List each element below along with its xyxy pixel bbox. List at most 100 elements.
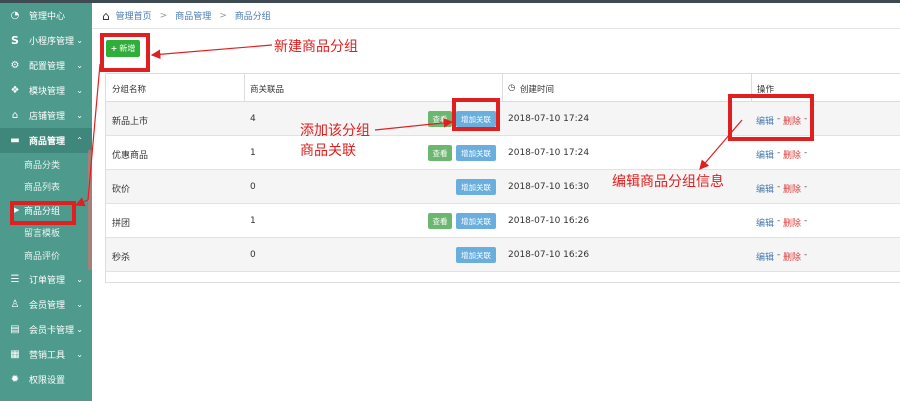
product-count: 1 (250, 148, 256, 158)
action-separator: - (804, 182, 808, 192)
sidebar-item-marketing[interactable]: ▦ 营销工具 ⌄ (0, 342, 92, 367)
table-row: 拼团 1 查看 增加关联 2018-07-10 16:26 编辑 - 删除 - (106, 204, 900, 238)
add-relation-button[interactable]: 增加关联 (456, 145, 496, 161)
table-row: 砍价 0 增加关联 2018-07-10 16:30 编辑 - 删除 - (106, 170, 900, 204)
dashboard-icon: ◔ (10, 10, 20, 21)
action-separator: - (777, 216, 781, 226)
add-relation-button[interactable]: 增加关联 (456, 213, 496, 229)
chevron-down-icon: ⌄ (76, 325, 83, 334)
highlight-add-relation (452, 98, 500, 131)
annotation-add-relation-1: 添加该分组 (300, 123, 370, 139)
edit-link[interactable]: 编辑 (756, 182, 774, 195)
chevron-down-icon: ⌄ (76, 36, 83, 45)
submenu-product-list[interactable]: 商品列表 (0, 175, 92, 197)
edit-link[interactable]: 编辑 (756, 216, 774, 229)
created-time: 2018-07-10 16:26 (508, 250, 590, 260)
sidebar-item-membercard[interactable]: ▤ 会员卡管理 ⌄ (0, 317, 92, 342)
table-row: 优惠商品 1 查看 增加关联 2018-07-10 17:24 编辑 - 删除 - (106, 136, 900, 170)
user-icon: ♙ (10, 299, 20, 310)
annotation-edit-group: 编辑商品分组信息 (612, 174, 724, 190)
created-time: 2018-07-10 16:26 (508, 216, 590, 226)
view-button[interactable]: 查看 (428, 213, 452, 229)
chevron-down-icon: ⌄ (76, 86, 83, 95)
gears-icon: ⚙ (10, 60, 20, 71)
sidebar-item-label: 商品管理 (29, 137, 66, 147)
arrow-to-new-button (150, 44, 273, 60)
delete-link[interactable]: 删除 (783, 182, 801, 195)
action-separator: - (804, 250, 808, 260)
sidebar-item-orders[interactable]: ☰ 订单管理 ⌄ (0, 267, 92, 292)
edit-link[interactable]: 编辑 (756, 250, 774, 263)
delete-link[interactable]: 删除 (783, 216, 801, 229)
submenu-product-review[interactable]: 商品评价 (0, 244, 92, 266)
chevron-down-icon: ⌄ (76, 111, 83, 120)
sidebar-item-label: 配置管理 (29, 62, 66, 72)
sidebar-item-label: 模块管理 (29, 87, 66, 97)
product-count: 0 (250, 182, 256, 192)
delete-link[interactable]: 删除 (783, 148, 801, 161)
action-separator: - (804, 216, 808, 226)
id-card-icon: ▤ (10, 324, 20, 335)
sidebar-item-modules[interactable]: ❖ 模块管理 ⌄ (0, 78, 92, 103)
group-name: 秒杀 (112, 253, 131, 263)
edit-link[interactable]: 编辑 (756, 148, 774, 161)
highlight-new-button (100, 33, 150, 72)
chevron-down-icon: ⌄ (76, 350, 83, 359)
annotation-add-relation-2: 商品关联 (300, 143, 356, 159)
highlight-actions (728, 94, 814, 141)
cubes-icon: ❖ (10, 85, 20, 96)
briefcase-icon: ▦ (10, 349, 20, 360)
sidebar-item-label: 小程序管理 (29, 37, 75, 47)
action-separator: - (777, 250, 781, 260)
cog-icon: ✹ (10, 374, 20, 385)
submenu-product-category[interactable]: 商品分类 (0, 153, 92, 175)
created-time: 2018-07-10 16:30 (508, 182, 590, 192)
created-time: 2018-07-10 17:24 (508, 114, 590, 124)
sidebar-item-members[interactable]: ♙ 会员管理 ⌄ (0, 292, 92, 317)
folder-icon: ▬ (10, 135, 20, 146)
created-time: 2018-07-10 17:24 (508, 148, 590, 158)
sidebar-item-label: 权限设置 (29, 376, 66, 386)
sidebar-item-dashboard[interactable]: ◔ 管理中心 (0, 3, 92, 28)
action-separator: - (804, 148, 808, 158)
sidebar-item-label: 管理中心 (29, 12, 66, 22)
sidebar-item-label: 会员卡管理 (29, 326, 75, 336)
sidebar-item-permissions[interactable]: ✹ 权限设置 (0, 367, 92, 392)
breadcrumb-current: 商品分组 (234, 12, 271, 22)
breadcrumb-home-link[interactable]: 管理首页 (116, 9, 152, 22)
col-header-count: 商关联品 (250, 85, 285, 95)
order-list-icon: ☰ (10, 274, 20, 285)
sidebar-item-products[interactable]: ▬ 商品管理 ⌃ (0, 128, 92, 153)
view-button[interactable]: 查看 (428, 145, 452, 161)
action-separator: - (777, 148, 781, 158)
delete-link[interactable]: 删除 (783, 250, 801, 263)
chevron-down-icon: ⌄ (76, 61, 83, 70)
breadcrumb-section-link[interactable]: 商品管理 (175, 9, 211, 22)
miniapp-s-icon: S (11, 34, 19, 47)
view-button[interactable]: 查看 (428, 111, 452, 127)
sidebar-item-store[interactable]: ⌂ 店铺管理 ⌄ (0, 103, 92, 128)
group-name: 拼团 (112, 219, 131, 229)
table-row: 秒杀 0 增加关联 2018-07-10 16:26 编辑 - 删除 - (106, 238, 900, 272)
col-header-time: 创建时间 (520, 85, 555, 95)
add-relation-button[interactable]: 增加关联 (456, 247, 496, 263)
column-divider (244, 74, 245, 102)
sidebar-item-config[interactable]: ⚙ 配置管理 ⌄ (0, 53, 92, 78)
sidebar-item-label: 订单管理 (29, 276, 66, 286)
clock-icon: ◷ (508, 83, 516, 93)
group-name: 砍价 (112, 185, 131, 195)
product-count: 1 (250, 216, 256, 226)
product-count: 4 (250, 114, 256, 124)
group-name: 新品上市 (112, 117, 149, 127)
action-separator: - (777, 182, 781, 192)
breadcrumb: ⌂ 管理首页 > 商品管理 > 商品分组 (92, 3, 900, 29)
breadcrumb-separator: > (219, 10, 227, 21)
sidebar-item-miniapp[interactable]: S 小程序管理 ⌄ (0, 28, 92, 53)
col-header-name: 分组名称 (112, 85, 147, 95)
sidebar-item-label: 营销工具 (29, 351, 66, 361)
store-icon: ⌂ (11, 110, 19, 121)
add-relation-button[interactable]: 增加关联 (456, 179, 496, 195)
group-name: 优惠商品 (112, 151, 149, 161)
annotation-new-group: 新建商品分组 (274, 39, 358, 55)
home-icon[interactable]: ⌂ (102, 9, 110, 23)
